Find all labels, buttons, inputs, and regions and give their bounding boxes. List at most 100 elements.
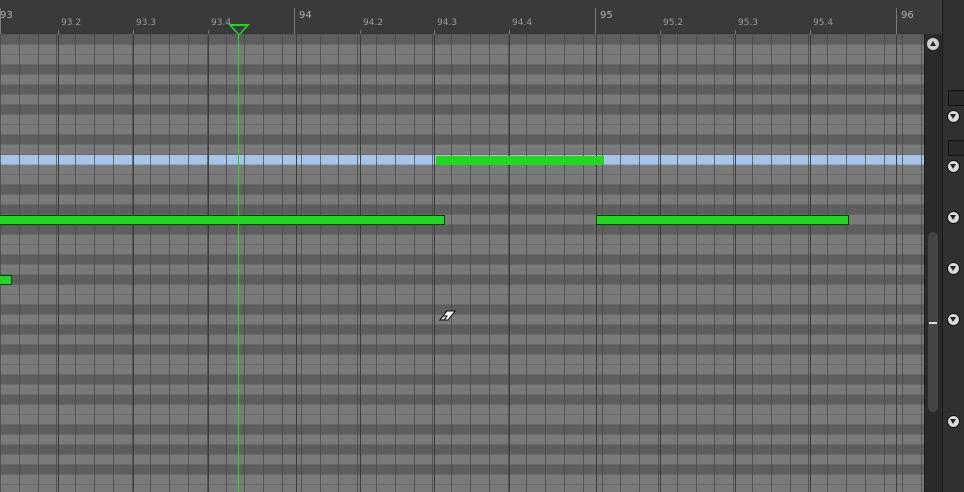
grid-line: [470, 35, 471, 492]
grid-line: [884, 35, 885, 492]
expand-button[interactable]: [947, 160, 960, 173]
grid-line: [714, 35, 715, 492]
grid-line: [75, 35, 76, 492]
grid-line: [226, 35, 227, 492]
beat-label: 93.2: [61, 18, 82, 28]
grid-line: [188, 35, 189, 492]
beat-label: 94.2: [363, 18, 384, 28]
expand-button[interactable]: [947, 211, 960, 224]
note-row: [0, 325, 924, 335]
expand-button[interactable]: [947, 110, 960, 123]
note-row: [0, 335, 924, 345]
grid-line: [921, 35, 922, 492]
beat-line: [434, 35, 435, 492]
ruler-corner: [924, 0, 942, 34]
note-row: [0, 115, 924, 125]
beat-line: [133, 35, 134, 492]
expand-button[interactable]: [947, 415, 960, 428]
note-row: [0, 425, 924, 435]
grid-line: [432, 35, 433, 492]
note-row: [0, 235, 924, 245]
grid-line: [263, 35, 264, 492]
grid-line: [583, 35, 584, 492]
panel-tab[interactable]: [948, 140, 964, 156]
note-row: [0, 485, 924, 492]
ruler-tick: [896, 8, 897, 34]
ruler-tick: [208, 30, 209, 34]
playhead-line: [238, 24, 239, 492]
note-row: [0, 465, 924, 475]
grid-line: [19, 35, 20, 492]
panel-tab[interactable]: [948, 90, 964, 106]
grid-line: [338, 35, 339, 492]
note-row: [0, 205, 924, 215]
note-row: [0, 295, 924, 305]
grid-line: [658, 35, 659, 492]
expand-button[interactable]: [947, 262, 960, 275]
bar-label: 95: [600, 10, 613, 21]
ruler-tick: [294, 8, 295, 34]
grid-line: [414, 35, 415, 492]
grid-line: [376, 35, 377, 492]
note-row: [0, 65, 924, 75]
note-row: [0, 395, 924, 405]
grid-line: [320, 35, 321, 492]
grid-line: [244, 35, 245, 492]
note-row: [0, 305, 924, 315]
beat-label: 95.3: [738, 18, 759, 28]
ruler-tick: [660, 30, 661, 34]
note-row: [0, 45, 924, 55]
beat-line: [810, 35, 811, 492]
note-row: [0, 285, 924, 295]
grid-line: [545, 35, 546, 492]
grid-line: [677, 35, 678, 492]
bar-label: 96: [901, 10, 914, 21]
grid-line: [733, 35, 734, 492]
note-row: [0, 355, 924, 365]
grid-line: [395, 35, 396, 492]
ruler-tick: [735, 30, 736, 34]
grid-line: [771, 35, 772, 492]
note-row: [0, 475, 924, 485]
beat-line: [735, 35, 736, 492]
grid-line: [56, 35, 57, 492]
ruler-tick: [360, 30, 361, 34]
bar-label: 94: [299, 10, 312, 21]
note-row: [0, 405, 924, 415]
beat-label: 95.2: [663, 18, 684, 28]
note-row: [0, 165, 924, 175]
midi-note[interactable]: [436, 156, 604, 165]
grid-line: [564, 35, 565, 492]
note-row: [0, 415, 924, 425]
midi-note[interactable]: [596, 215, 849, 225]
beat-line: [660, 35, 661, 492]
note-row: [0, 105, 924, 115]
note-row: [0, 95, 924, 105]
grid-line: [526, 35, 527, 492]
ruler-tick: [509, 30, 510, 34]
grid-line: [169, 35, 170, 492]
note-row: [0, 145, 924, 155]
note-row: [0, 85, 924, 95]
ruler-tick: [0, 8, 1, 34]
note-row: [0, 255, 924, 265]
grid-line: [150, 35, 151, 492]
bar-line: [296, 35, 297, 492]
midi-note[interactable]: [0, 215, 445, 225]
ruler-tick: [133, 30, 134, 34]
scroll-up-button[interactable]: [927, 38, 939, 50]
grid-line: [301, 35, 302, 492]
grid-line: [827, 35, 828, 492]
piano-roll-grid[interactable]: [0, 35, 924, 492]
beat-line: [208, 35, 209, 492]
grid-line: [846, 35, 847, 492]
grid-line: [489, 35, 490, 492]
grid-line: [865, 35, 866, 492]
midi-note[interactable]: [0, 275, 12, 285]
expand-button[interactable]: [947, 313, 960, 326]
note-row: [0, 55, 924, 65]
bar-label: 93: [0, 10, 13, 21]
timeline-ruler[interactable]: 93 93.2 93.3 93.4 94 94.2 94.3 94.4 95 95.2 95.3 95…: [0, 0, 924, 35]
note-row: [0, 385, 924, 395]
grid-line: [113, 35, 114, 492]
